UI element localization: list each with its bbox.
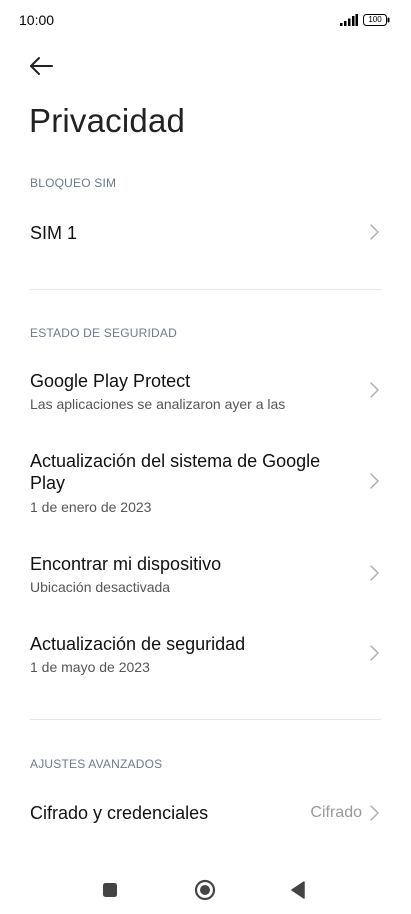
divider — [30, 719, 381, 720]
navigation-bar — [0, 866, 411, 914]
list-item-google-play-protect[interactable]: Google Play Protect Las aplicaciones se … — [0, 360, 411, 420]
square-icon — [103, 883, 117, 897]
home-button[interactable] — [193, 878, 217, 902]
item-subtitle: Las aplicaciones se analizaron ayer a la… — [30, 396, 286, 412]
list-item-google-play-system-update[interactable]: Actualización del sistema de Google Play… — [0, 440, 411, 524]
nav-back-button[interactable] — [288, 879, 308, 901]
triangle-back-icon — [291, 881, 305, 899]
page-title: Privacidad — [29, 102, 186, 139]
item-subtitle: 1 de enero de 2023 — [30, 499, 152, 515]
chevron-right-icon — [370, 224, 379, 240]
chevron-right-icon — [370, 382, 379, 398]
list-item-security-update[interactable]: Actualización de seguridad 1 de mayo de … — [0, 623, 411, 683]
back-arrow-icon — [30, 57, 53, 75]
item-title: Actualización de seguridad — [30, 634, 246, 654]
chevron-right-icon — [370, 805, 379, 821]
section-header-security-status: ESTADO DE SEGURIDAD — [30, 326, 177, 340]
item-value: Cifrado — [310, 804, 362, 821]
battery-level: 100 — [368, 15, 382, 24]
list-item-encryption-credentials[interactable]: Cifrado y credenciales Cifrado — [0, 790, 411, 836]
back-button[interactable] — [26, 52, 56, 80]
section-header-advanced: AJUSTES AVANZADOS — [30, 757, 163, 771]
item-subtitle: Ubicación desactivada — [30, 579, 171, 595]
item-title: Cifrado y credenciales — [30, 803, 209, 823]
list-item-sim-1[interactable]: SIM 1 — [0, 208, 411, 260]
recents-button[interactable] — [100, 880, 120, 900]
chevron-right-icon — [370, 473, 379, 489]
item-title: Actualización del sistema de Google Play — [30, 451, 321, 493]
circle-icon — [194, 879, 216, 901]
item-subtitle: 1 de mayo de 2023 — [30, 659, 150, 675]
item-title: SIM 1 — [30, 223, 78, 243]
list-item-find-my-device[interactable]: Encontrar mi dispositivo Ubicación desac… — [0, 543, 411, 603]
status-time: 10:00 — [19, 12, 55, 28]
signal-icon — [340, 14, 358, 26]
divider — [30, 289, 381, 290]
section-header-sim-lock: BLOQUEO SIM — [30, 176, 117, 190]
item-title: Encontrar mi dispositivo — [30, 554, 222, 574]
item-title: Google Play Protect — [30, 371, 191, 391]
chevron-right-icon — [370, 645, 379, 661]
chevron-right-icon — [370, 565, 379, 581]
status-bar: 10:00 100 — [0, 0, 411, 40]
